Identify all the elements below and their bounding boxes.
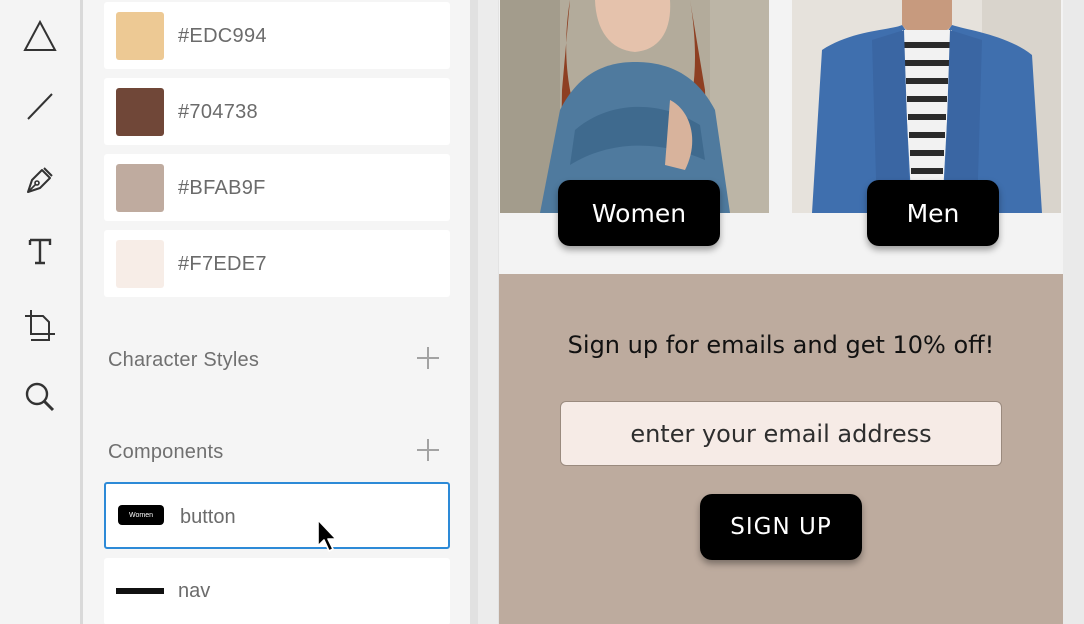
component-item-button[interactable]: Women button [104, 482, 450, 549]
color-swatch-card[interactable]: #704738 [104, 78, 450, 145]
component-name: nav [178, 580, 211, 602]
artboard-tool[interactable] [20, 305, 60, 345]
component-item-nav[interactable]: nav [104, 558, 450, 624]
triangle-icon [23, 19, 57, 51]
signup-section: Sign up for emails and get 10% off! SIGN… [499, 274, 1063, 624]
signup-button[interactable]: SIGN UP [700, 494, 862, 560]
color-swatch-card[interactable]: #EDC994 [104, 2, 450, 69]
color-swatch-card[interactable]: #F7EDE7 [104, 230, 450, 297]
color-swatch [116, 164, 164, 212]
pen-icon [27, 167, 53, 193]
artboard-icon [25, 310, 55, 341]
women-category-button[interactable]: Women [558, 180, 720, 246]
signup-heading: Sign up for emails and get 10% off! [567, 331, 995, 359]
component-thumbnail: Women [118, 505, 164, 525]
triangle-tool[interactable] [20, 16, 60, 56]
color-hex-label: #704738 [178, 101, 258, 123]
artboard[interactable]: Women Men Sign up for emails and get 10%… [499, 0, 1063, 624]
text-tool[interactable] [20, 231, 60, 271]
color-swatch [116, 88, 164, 136]
text-icon [28, 238, 52, 265]
color-hex-label: #BFAB9F [178, 177, 266, 199]
email-input[interactable] [560, 401, 1002, 466]
men-category-button[interactable]: Men [867, 180, 999, 246]
component-thumbnail [116, 588, 164, 594]
pen-tool[interactable] [20, 160, 60, 200]
color-hex-label: #EDC994 [178, 25, 267, 47]
panel-divider [470, 0, 478, 624]
color-hex-label: #F7EDE7 [178, 253, 267, 275]
zoom-tool[interactable] [20, 377, 60, 417]
assets-panel: #EDC994 #704738 #BFAB9F #F7EDE7 Characte… [83, 0, 470, 624]
add-component-icon[interactable] [417, 439, 439, 461]
line-icon [27, 93, 53, 120]
tool-rail [0, 0, 80, 624]
search-icon [25, 382, 55, 412]
color-swatch-card[interactable]: #BFAB9F [104, 154, 450, 221]
add-character-style-icon[interactable] [417, 347, 439, 369]
mouse-pointer-icon [317, 519, 337, 552]
components-title: Components [108, 441, 224, 463]
component-name: button [180, 506, 236, 528]
color-swatch [116, 240, 164, 288]
line-tool[interactable] [20, 86, 60, 126]
character-styles-title: Character Styles [108, 349, 260, 371]
color-swatch [116, 12, 164, 60]
canvas-margin [1063, 0, 1084, 624]
